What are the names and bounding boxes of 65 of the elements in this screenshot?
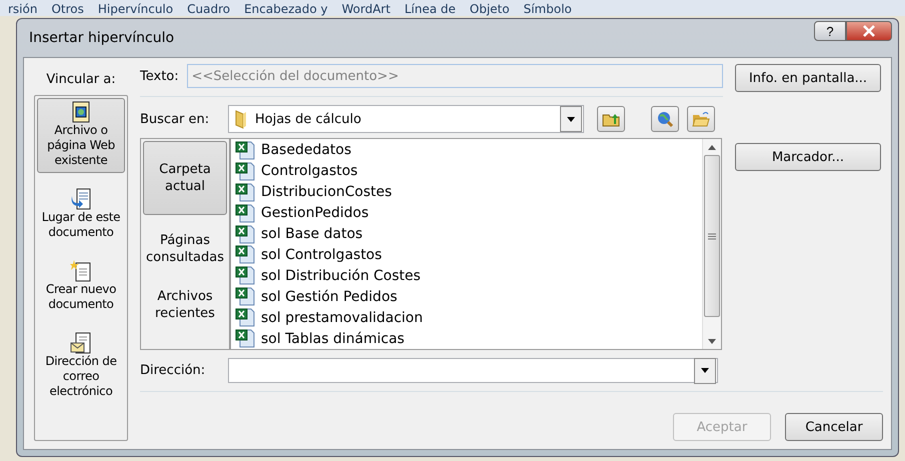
source-item[interactable]: Carpeta actual xyxy=(143,141,227,215)
source-item[interactable]: Archivos recientes xyxy=(143,283,227,327)
file-item[interactable]: sol Base datos xyxy=(261,226,363,242)
file-item[interactable]: sol Tablas dinámicas xyxy=(261,330,404,347)
folder-up-arrow-icon xyxy=(602,112,620,126)
look-in-dropdown[interactable]: Hojas de cálculo xyxy=(228,105,584,133)
document-arrow-icon xyxy=(70,188,92,210)
file-item[interactable]: sol Gestión Pedidos xyxy=(261,288,398,305)
dropdown-arrow-icon[interactable] xyxy=(701,368,709,373)
spreadsheet-file-icon xyxy=(235,162,255,181)
spreadsheet-file-icon xyxy=(235,287,255,306)
file-item[interactable]: Controlgastos xyxy=(261,163,358,180)
web-search-button[interactable] xyxy=(651,106,679,132)
spreadsheet-file-icon xyxy=(235,182,255,202)
spreadsheet-file-icon xyxy=(235,204,255,223)
address-label: Dirección: xyxy=(140,363,206,378)
text-label: Texto: xyxy=(140,68,179,84)
grip-icon xyxy=(708,232,716,240)
scrollbar[interactable] xyxy=(702,139,721,349)
dialog-button[interactable]: Cancelar xyxy=(785,413,883,441)
bookmark-button[interactable]: Marcador... xyxy=(735,143,881,171)
close-button[interactable] xyxy=(846,21,892,41)
link-type-item[interactable]: Archivo o página Web existente xyxy=(37,98,125,173)
address-field[interactable] xyxy=(228,358,718,383)
ribbon-label: WordArt xyxy=(342,2,390,16)
browse-folder-button[interactable] xyxy=(687,106,715,132)
window-title: Insertar hipervínculo xyxy=(28,30,174,46)
screen-tip-button[interactable]: Info. en pantalla... xyxy=(735,64,881,92)
folder-icon xyxy=(235,109,247,129)
help-button[interactable]: ? xyxy=(814,21,846,41)
spreadsheet-file-icon xyxy=(235,224,255,244)
ribbon-label: Línea de xyxy=(404,2,456,16)
ribbon-label: Otros xyxy=(51,2,84,16)
file-item[interactable]: sol Controlgastos xyxy=(261,246,382,263)
folder-up-button[interactable] xyxy=(597,106,625,132)
file-item[interactable]: GestionPedidos xyxy=(261,205,369,222)
link-type-item[interactable]: Lugar de este documento xyxy=(37,185,125,245)
globe-magnifier-icon xyxy=(656,110,674,128)
file-item[interactable]: sol Distribución Costes xyxy=(261,268,421,284)
ribbon-label: Hipervínculo xyxy=(98,2,174,16)
scroll-up-icon[interactable] xyxy=(708,144,716,150)
ribbon-label: Cuadro xyxy=(187,2,230,16)
open-folder-icon xyxy=(692,111,710,127)
file-item[interactable]: Basededatos xyxy=(261,142,352,158)
dropdown-arrow-icon[interactable] xyxy=(567,116,575,122)
document-globe-icon xyxy=(71,101,91,123)
ribbon-label: Símbolo xyxy=(523,2,572,16)
spreadsheet-file-icon xyxy=(235,245,255,264)
ribbon-label: Objeto xyxy=(470,2,510,16)
link-type-item[interactable]: Dirección de correo electrónico xyxy=(37,329,125,404)
new-document-icon xyxy=(70,260,92,282)
file-item[interactable]: sol prestamovalidacion xyxy=(261,310,423,326)
spreadsheet-file-icon xyxy=(235,140,255,160)
file-item[interactable]: DistribucionCostes xyxy=(261,184,392,200)
ribbon-label: Encabezado y xyxy=(244,2,328,16)
look-in-label: Buscar en: xyxy=(140,112,210,126)
spreadsheet-file-icon xyxy=(235,308,255,328)
close-icon xyxy=(862,25,876,37)
spreadsheet-file-icon xyxy=(235,266,255,286)
link-to-label: Vincular a: xyxy=(45,72,117,87)
document-envelope-icon xyxy=(70,332,92,354)
scroll-down-icon[interactable] xyxy=(708,338,716,344)
link-type-item[interactable]: Crear nuevo documento xyxy=(37,257,125,317)
ribbon-label: rsión xyxy=(8,2,38,16)
source-item[interactable]: Páginas consultadas xyxy=(143,227,227,271)
